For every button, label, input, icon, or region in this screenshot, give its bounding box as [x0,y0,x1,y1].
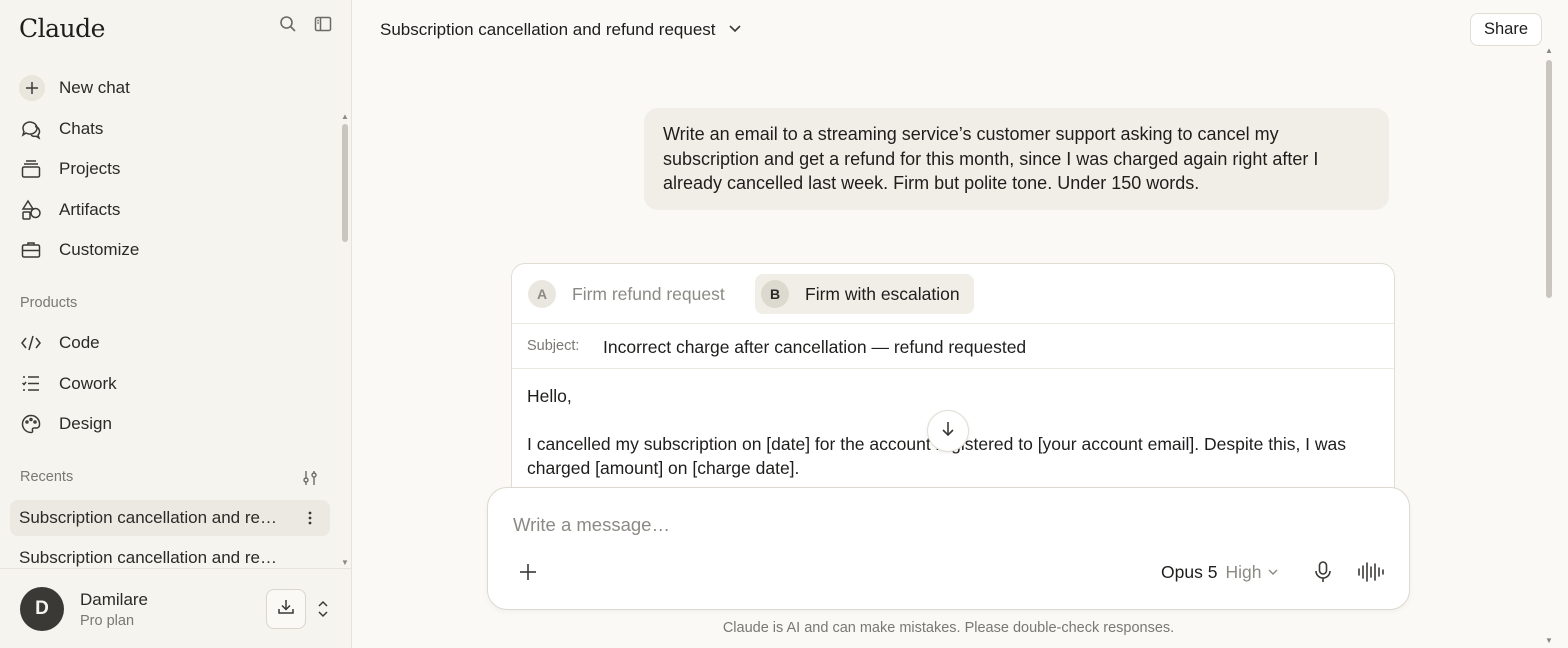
voice-mode-icon[interactable] [1357,561,1385,588]
variant-badge: B [761,280,789,308]
sidebar-item-projects[interactable]: Projects [19,153,120,185]
download-icon [276,597,296,622]
sidebar-item-label: Artifacts [59,200,121,219]
recents-section-label: Recents [20,469,74,485]
attach-plus-icon[interactable] [518,562,538,587]
user-account-bar[interactable]: D Damilare Pro plan [0,568,352,648]
filter-sliders-icon[interactable] [301,469,319,492]
products-section-label: Products [20,295,78,311]
sidebar-toggle-icon[interactable] [313,14,333,34]
sidebar-item-chats[interactable]: Chats [19,113,103,145]
email-greeting: Hello, [527,386,572,406]
disclaimer-text: Claude is AI and can make mistakes. Plea… [722,620,1175,636]
sidebar-item-label: Design [59,414,112,433]
subject-value: Incorrect charge after cancellation — re… [603,337,1027,357]
scroll-up-arrow-icon[interactable]: ▲ [341,112,349,121]
message-composer: Opus 5 High [487,487,1410,610]
user-message-bubble: Write an email to a streaming service’s … [644,108,1389,210]
scroll-down-arrow-icon[interactable]: ▼ [1545,636,1553,645]
sidebar-item-label: Customize [59,240,140,259]
scroll-up-arrow-icon[interactable]: ▲ [1545,46,1553,55]
palette-icon [19,412,43,436]
model-name: Opus 5 [1161,562,1218,582]
more-options-icon[interactable] [302,510,318,531]
checklist-icon [19,372,43,396]
scroll-down-arrow-icon[interactable]: ▼ [341,558,349,567]
tab-variant-a[interactable]: A Firm refund request [522,274,739,314]
plus-icon [19,75,45,101]
sidebar-item-label: Projects [59,159,121,178]
subject-row: Subject: Incorrect charge after cancella… [512,324,1394,369]
subject-label: Subject: [527,338,580,354]
sidebar-item-design[interactable]: Design [19,408,112,440]
sidebar-item-label: Cowork [59,374,117,393]
download-app-button[interactable] [266,589,306,629]
folder-stack-icon [19,157,43,181]
share-button[interactable]: Share [1470,13,1542,46]
sidebar-scrollbar[interactable] [342,124,348,242]
code-icon [19,331,43,355]
claude-logo[interactable]: Claude [19,14,105,43]
sidebar-item-label: Chats [59,119,104,138]
tab-label: Firm refund request [572,283,725,304]
new-chat-button[interactable]: New chat [19,72,130,104]
chevron-down-icon [1267,562,1279,583]
microphone-icon[interactable] [1312,560,1334,589]
recent-chat-label: Subscription cancellation and re… [19,548,277,567]
recent-chat-item[interactable]: Subscription cancellation and re… [10,500,330,536]
sidebar-item-customize[interactable]: Customize [19,234,139,266]
tab-label: Firm with escalation [805,283,960,304]
arrow-down-icon [939,420,957,443]
chat-bubbles-icon [19,117,43,141]
chevron-down-icon [728,20,742,40]
tab-variant-b[interactable]: B Firm with escalation [755,274,974,314]
shapes-icon [19,198,43,222]
effort-level: High [1225,562,1262,582]
chat-title-dropdown[interactable]: Subscription cancellation and refund req… [380,20,742,40]
sidebar-item-artifacts[interactable]: Artifacts [19,194,120,226]
user-plan: Pro plan [80,613,135,629]
sidebar-item-cowork[interactable]: Cowork [19,368,117,400]
sidebar-item-code[interactable]: Code [19,327,100,359]
variant-badge: A [528,280,556,308]
scroll-to-bottom-button[interactable] [927,410,969,452]
sidebar-item-label: Code [59,333,100,352]
chat-title: Subscription cancellation and refund req… [380,20,716,39]
main-scrollbar[interactable] [1546,60,1552,298]
model-selector[interactable]: Opus 5 High [1161,562,1279,583]
search-icon[interactable] [278,14,298,34]
briefcase-icon [19,238,43,262]
recent-chat-label: Subscription cancellation and re… [19,508,277,527]
email-draft-card: A Firm refund request B Firm with escala… [511,263,1395,523]
variant-tabs: A Firm refund request B Firm with escala… [512,264,1394,324]
sidebar: Claude New chat Chats Projects Artifacts [0,0,352,648]
avatar[interactable]: D [20,587,64,631]
chevron-up-down-icon[interactable] [316,599,330,624]
user-name: Damilare [80,590,149,609]
new-chat-label: New chat [59,78,130,97]
message-input[interactable] [513,514,1373,536]
